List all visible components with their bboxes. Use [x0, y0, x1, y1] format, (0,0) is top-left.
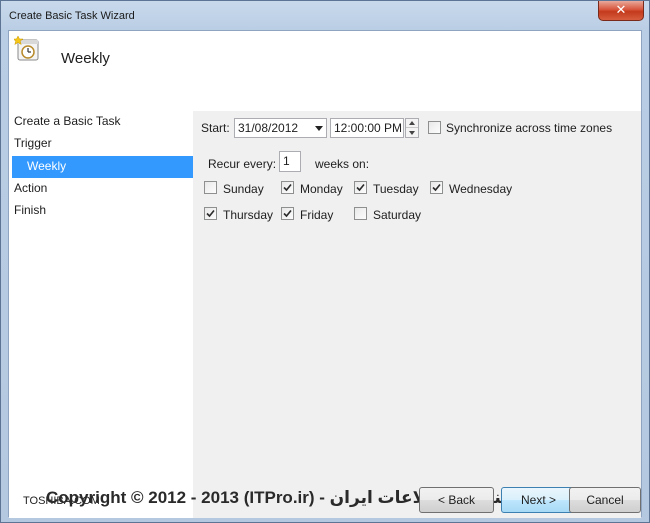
recur-weeks-input[interactable]: 1: [279, 151, 301, 172]
close-button[interactable]: ✕: [598, 1, 644, 21]
day-label-wednesday: Wednesday: [449, 182, 513, 196]
task-clock-icon: [12, 35, 40, 62]
day-checkbox-wednesday[interactable]: [430, 181, 443, 194]
sidebar-item-label: Action: [14, 181, 48, 195]
start-date-value: 31/08/2012: [238, 121, 299, 135]
day-checkbox-monday[interactable]: [281, 181, 294, 194]
start-label: Start:: [201, 121, 230, 135]
day-label-tuesday: Tuesday: [373, 182, 419, 196]
day-label-saturday: Saturday: [373, 208, 422, 222]
weeks-on-label: weeks on:: [315, 157, 370, 171]
spin-up-button[interactable]: [406, 119, 418, 128]
checkmark-icon: [356, 183, 365, 192]
sidebar-item-label: Finish: [14, 203, 47, 217]
sync-time-zones-checkbox[interactable]: [428, 121, 441, 134]
sidebar-item-label: Weekly: [27, 159, 67, 173]
sidebar-item-create-basic-task[interactable]: Create a Basic Task: [9, 111, 193, 133]
sidebar-item-trigger[interactable]: Trigger: [9, 133, 193, 155]
recur-weeks-value: 1: [283, 154, 290, 168]
sync-time-zones-label: Synchronize across time zones: [446, 121, 613, 135]
next-button-label: Next >: [520, 493, 556, 507]
sidebar-item-label: Create a Basic Task: [14, 114, 121, 128]
checkmark-icon: [206, 209, 215, 218]
back-button[interactable]: < Back: [419, 487, 494, 513]
sidebar-item-finish[interactable]: Finish: [9, 200, 193, 222]
wizard-header: Weekly: [9, 31, 641, 111]
sidebar-item-label: Trigger: [14, 136, 52, 150]
day-checkbox-sunday[interactable]: [204, 181, 217, 194]
wizard-steps-sidebar: Create a Basic Task Trigger Weekly Actio…: [9, 111, 193, 518]
back-button-label: < Back: [437, 493, 476, 507]
arrow-down-icon: [409, 130, 415, 135]
day-checkbox-friday[interactable]: [281, 207, 294, 220]
start-time-value: 12:00:00 PM: [334, 121, 403, 135]
day-checkbox-saturday[interactable]: [354, 207, 367, 220]
sidebar-item-weekly[interactable]: Weekly: [12, 156, 193, 178]
start-time-spinner[interactable]: [405, 118, 419, 138]
spin-down-button[interactable]: [406, 128, 418, 137]
day-label-sunday: Sunday: [223, 182, 264, 196]
recur-every-label: Recur every:: [208, 157, 277, 171]
start-time-field[interactable]: 12:00:00 PM: [330, 118, 404, 138]
start-date-picker[interactable]: 31/08/2012: [234, 118, 327, 138]
cancel-button[interactable]: Cancel: [569, 487, 641, 513]
wizard-client-area: Weekly Create a Basic Task Trigger Weekl…: [8, 30, 642, 518]
checkmark-icon: [283, 183, 292, 192]
title-bar[interactable]: Create Basic Task Wizard ✕: [1, 1, 649, 31]
wizard-window: Create Basic Task Wizard ✕ Weekly Create…: [0, 0, 650, 523]
page-title: Weekly: [61, 50, 110, 67]
sidebar-item-action[interactable]: Action: [9, 178, 193, 200]
window-title: Create Basic Task Wizard: [9, 10, 135, 22]
checkmark-icon: [283, 209, 292, 218]
arrow-up-icon: [409, 121, 415, 125]
checkmark-icon: [432, 183, 441, 192]
next-button[interactable]: Next >: [501, 487, 576, 513]
day-checkbox-tuesday[interactable]: [354, 181, 367, 194]
weekly-trigger-panel: Start: 31/08/2012 12:00:00 PM Synchroniz…: [193, 111, 641, 518]
day-checkbox-thursday[interactable]: [204, 207, 217, 220]
close-icon: ✕: [615, 2, 627, 17]
day-label-friday: Friday: [300, 208, 334, 222]
day-label-thursday: Thursday: [223, 208, 274, 222]
chevron-down-icon: [315, 126, 323, 131]
day-label-monday: Monday: [300, 182, 343, 196]
cancel-button-label: Cancel: [586, 493, 624, 507]
